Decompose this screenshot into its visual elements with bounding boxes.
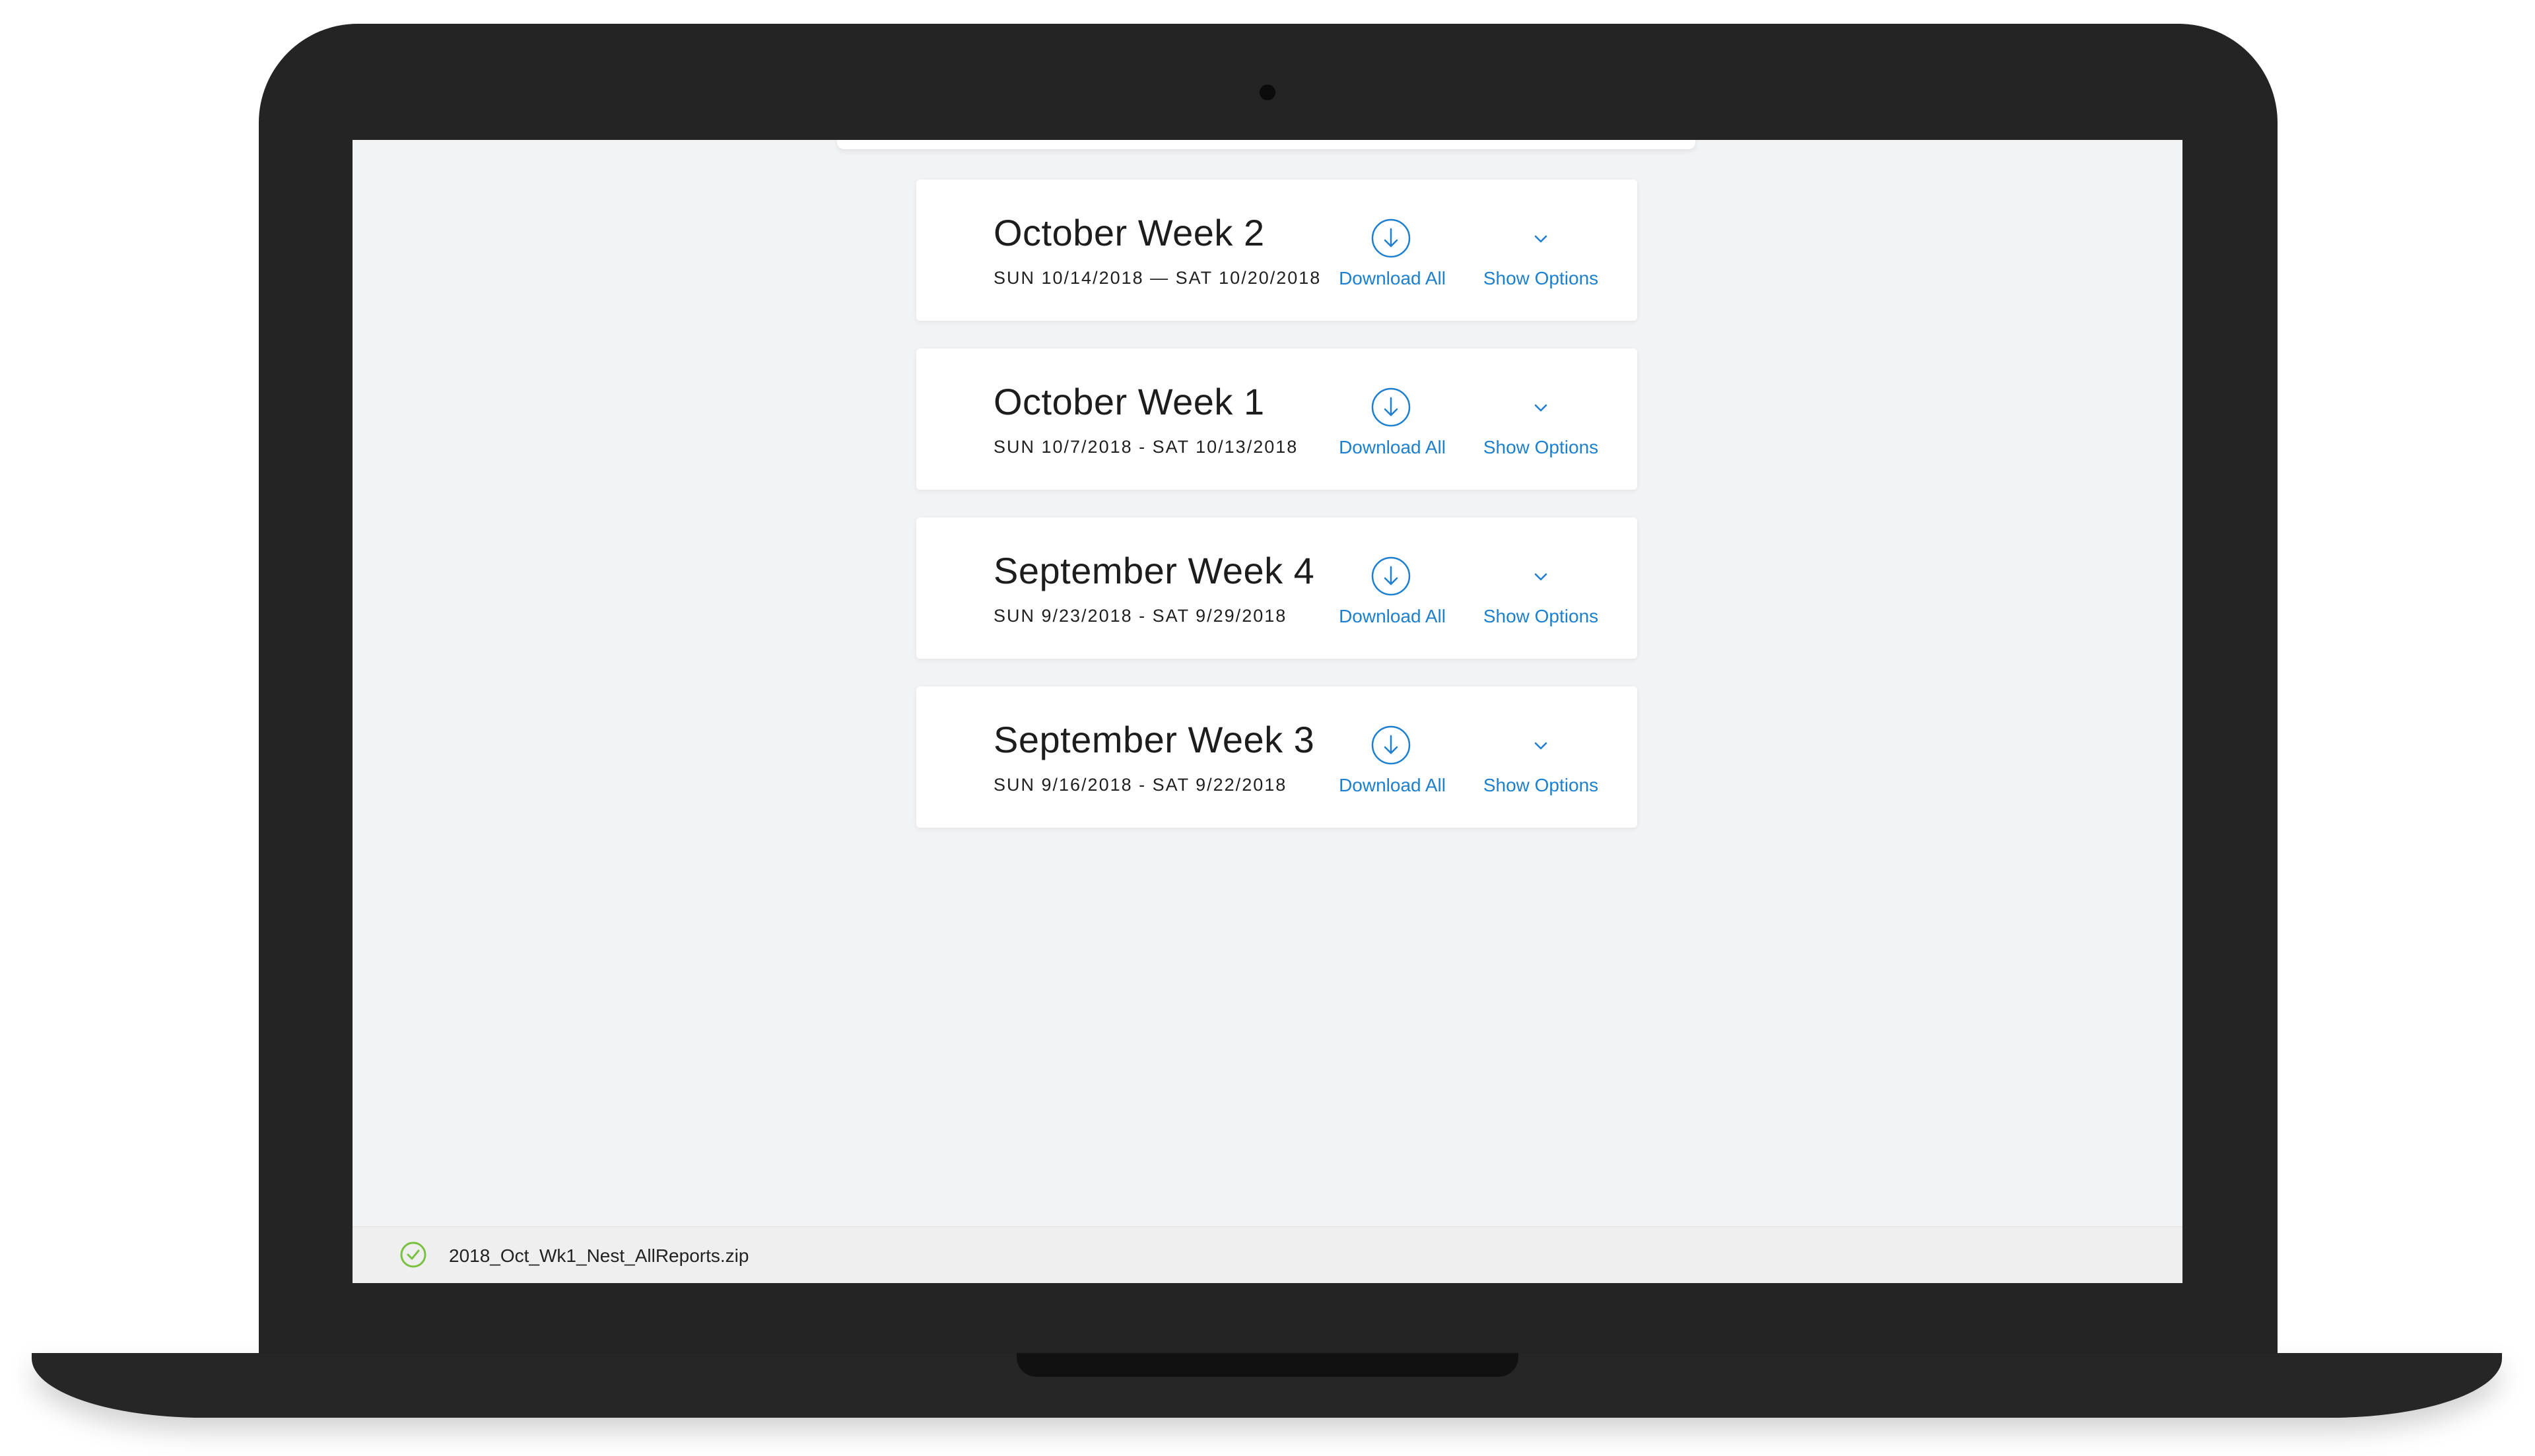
download-all-button[interactable]: Download All <box>1332 556 1452 635</box>
chevron-down-icon <box>1534 573 1547 581</box>
week-date-range: SUN 9/16/2018 - SAT 9/22/2018 <box>994 775 1287 795</box>
show-options-label: Show Options <box>1483 268 1599 288</box>
download-circle-icon <box>1371 725 1411 765</box>
download-all-button[interactable]: Download All <box>1332 218 1452 297</box>
week-date-range: SUN 10/7/2018 - SAT 10/13/2018 <box>994 437 1299 457</box>
show-options-label: Show Options <box>1483 437 1599 457</box>
chevron-down-icon <box>1534 742 1547 750</box>
show-options-button[interactable]: Show Options <box>1475 725 1607 804</box>
week-title: October Week 1 <box>994 381 1265 422</box>
week-card: September Week 3 SUN 9/16/2018 - SAT 9/2… <box>916 686 1637 828</box>
download-all-label: Download All <box>1339 437 1446 457</box>
downloaded-file-name[interactable]: 2018_Oct_Wk1_Nest_AllReports.zip <box>449 1245 749 1267</box>
top-panel-edge <box>837 140 1695 149</box>
download-circle-icon <box>1371 387 1411 427</box>
download-all-button[interactable]: Download All <box>1332 387 1452 466</box>
week-title: October Week 2 <box>994 212 1265 253</box>
week-card: October Week 1 SUN 10/7/2018 - SAT 10/13… <box>916 348 1637 490</box>
show-options-label: Show Options <box>1483 606 1599 626</box>
chevron-down-icon <box>1534 235 1547 243</box>
chevron-down-icon <box>1534 404 1547 412</box>
week-title: September Week 3 <box>994 719 1315 760</box>
week-title: September Week 4 <box>994 550 1315 591</box>
download-all-label: Download All <box>1339 606 1446 626</box>
show-options-button[interactable]: Show Options <box>1475 218 1607 297</box>
week-list: October Week 2 SUN 10/14/2018 — SAT 10/2… <box>916 180 1637 855</box>
check-circle-icon <box>400 1241 426 1268</box>
device-mockup: October Week 2 SUN 10/14/2018 — SAT 10/2… <box>0 0 2535 1456</box>
week-date-range: SUN 10/14/2018 — SAT 10/20/2018 <box>994 268 1322 288</box>
download-circle-icon <box>1371 218 1411 258</box>
show-options-label: Show Options <box>1483 775 1599 795</box>
week-date-range: SUN 9/23/2018 - SAT 9/29/2018 <box>994 606 1287 626</box>
download-all-label: Download All <box>1339 268 1446 288</box>
download-circle-icon <box>1371 556 1411 596</box>
download-bar: 2018_Oct_Wk1_Nest_AllReports.zip <box>353 1226 2182 1283</box>
week-card: October Week 2 SUN 10/14/2018 — SAT 10/2… <box>916 180 1637 321</box>
show-options-button[interactable]: Show Options <box>1475 387 1607 466</box>
download-all-label: Download All <box>1339 775 1446 795</box>
show-options-button[interactable]: Show Options <box>1475 556 1607 635</box>
download-all-button[interactable]: Download All <box>1332 725 1452 804</box>
camera-dot <box>1260 84 1275 100</box>
week-card: September Week 4 SUN 9/23/2018 - SAT 9/2… <box>916 517 1637 659</box>
laptop-base-notch <box>1017 1353 1518 1377</box>
screen: October Week 2 SUN 10/14/2018 — SAT 10/2… <box>353 140 2182 1283</box>
